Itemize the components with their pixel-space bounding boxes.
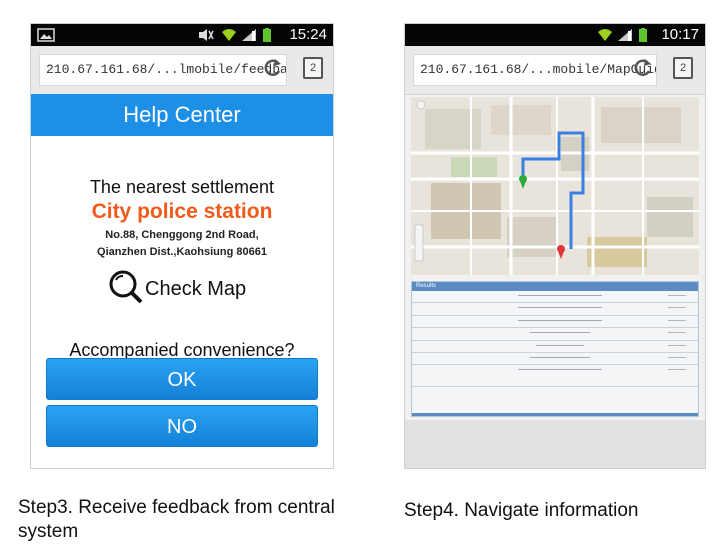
phone-screen-step4: 10:17 210.67.161.68/...mobile/MapGuide 2 xyxy=(404,23,706,469)
list-item[interactable]: —————————————— ——— xyxy=(412,303,698,316)
empty-page-area xyxy=(405,420,705,468)
nearest-label: The nearest settlement xyxy=(89,177,275,197)
list-item[interactable]: —————————— ——— xyxy=(412,328,698,341)
address-line-1: No.88, Chenggong 2nd Road, xyxy=(105,229,259,241)
status-time: 10:17 xyxy=(661,26,699,43)
wifi-icon xyxy=(222,29,236,41)
list-item[interactable]: —————————————— ——— xyxy=(412,316,698,329)
list-item[interactable]: ———————— ——— xyxy=(412,341,698,353)
browser-url-bar: 210.67.161.68/...lmobile/feedback 2 xyxy=(31,46,333,95)
signal-icon xyxy=(618,29,632,41)
tabs-icon[interactable]: 2 xyxy=(303,57,323,79)
status-bar: 10:17 xyxy=(405,24,705,46)
wifi-icon xyxy=(598,29,612,41)
step4-caption: Step4. Navigate information xyxy=(404,500,639,521)
status-time: 15:24 xyxy=(289,26,327,43)
reload-icon[interactable] xyxy=(263,56,283,80)
url-field[interactable]: 210.67.161.68/...mobile/MapGuide xyxy=(413,54,657,86)
routes-footer xyxy=(412,413,698,416)
no-button[interactable]: NO xyxy=(46,405,318,447)
list-item[interactable]: —————————— ——— xyxy=(412,353,698,366)
photo-icon xyxy=(37,28,55,42)
ok-button[interactable]: OK xyxy=(46,358,318,400)
check-map-link[interactable]: Check Map xyxy=(105,268,246,308)
browser-url-bar: 210.67.161.68/...mobile/MapGuide 2 xyxy=(405,46,705,95)
map-graphic xyxy=(411,97,699,275)
route-directions-list: Results —————————————— ——— ——————————————… xyxy=(411,281,699,417)
station-name: City police station xyxy=(91,200,273,223)
check-map-label: Check Map xyxy=(145,278,247,300)
step3-caption: Step3. Receive feedback from central sys… xyxy=(18,497,335,542)
signal-icon xyxy=(242,29,256,41)
reload-icon[interactable] xyxy=(633,56,653,80)
mute-vibrate-icon xyxy=(199,29,214,41)
battery-icon xyxy=(263,28,271,42)
page-title: Help Center xyxy=(31,94,333,136)
status-bar: 15:24 xyxy=(31,24,333,46)
route-map[interactable] xyxy=(411,97,699,275)
magnifier-icon xyxy=(109,270,143,304)
routes-header: Results xyxy=(412,282,698,291)
phone-screen-step3: 15:24 210.67.161.68/...lmobile/feedback … xyxy=(30,23,334,469)
url-field[interactable]: 210.67.161.68/...lmobile/feedback xyxy=(39,54,287,86)
list-item[interactable]: —————————————— ——— xyxy=(412,365,698,388)
tabs-icon[interactable]: 2 xyxy=(673,57,693,79)
list-item[interactable]: —————————————— ——— xyxy=(412,291,698,304)
address-line-2: Qianzhen Dist.,Kaohsiung 80661 xyxy=(97,246,267,258)
battery-icon xyxy=(639,28,647,42)
